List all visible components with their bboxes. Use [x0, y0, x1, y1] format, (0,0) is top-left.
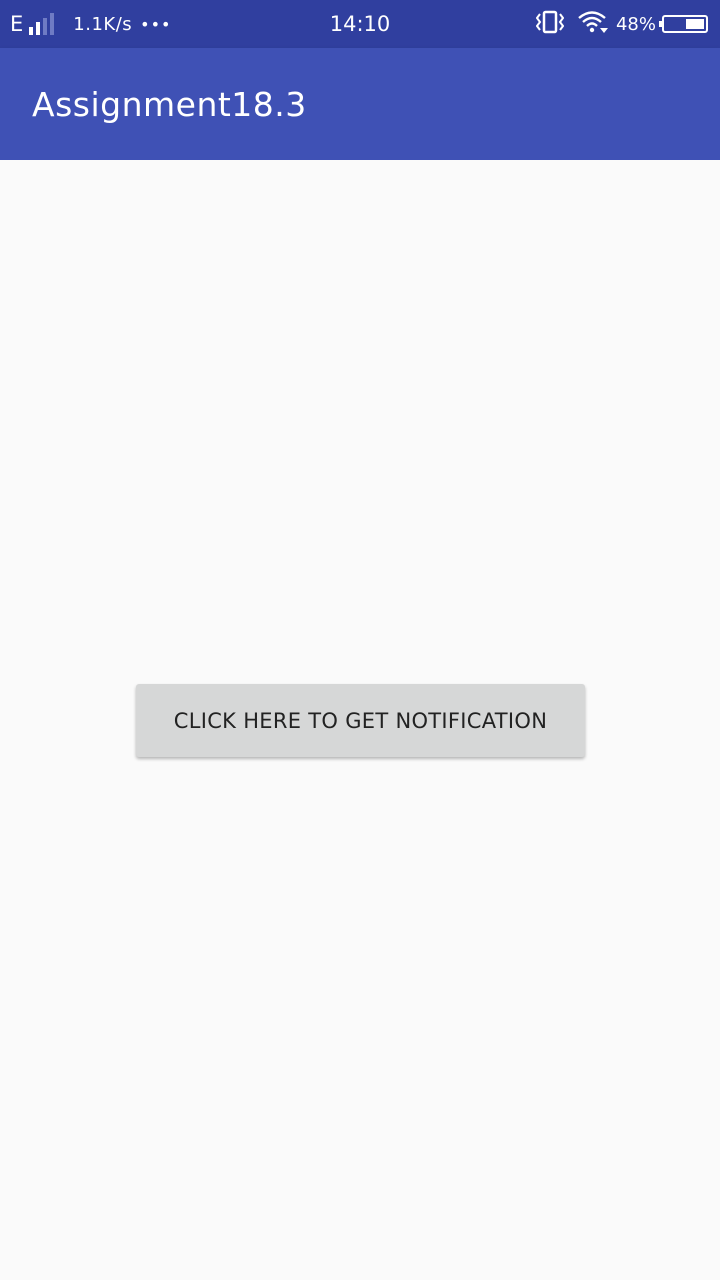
wifi-icon — [578, 10, 608, 39]
app-title: Assignment18.3 — [32, 84, 307, 124]
get-notification-button[interactable]: CLICK HERE TO GET NOTIFICATION — [136, 684, 585, 757]
battery-icon — [659, 15, 708, 33]
app-bar: Assignment18.3 — [0, 48, 720, 160]
battery-percent: 48% — [615, 13, 656, 35]
status-bar: E 1.1K/s ••• 14:10 48% — [0, 0, 720, 48]
main-content: CLICK HERE TO GET NOTIFICATION — [0, 160, 720, 1280]
vibrate-icon — [535, 10, 565, 39]
status-right: 48% — [535, 0, 708, 48]
